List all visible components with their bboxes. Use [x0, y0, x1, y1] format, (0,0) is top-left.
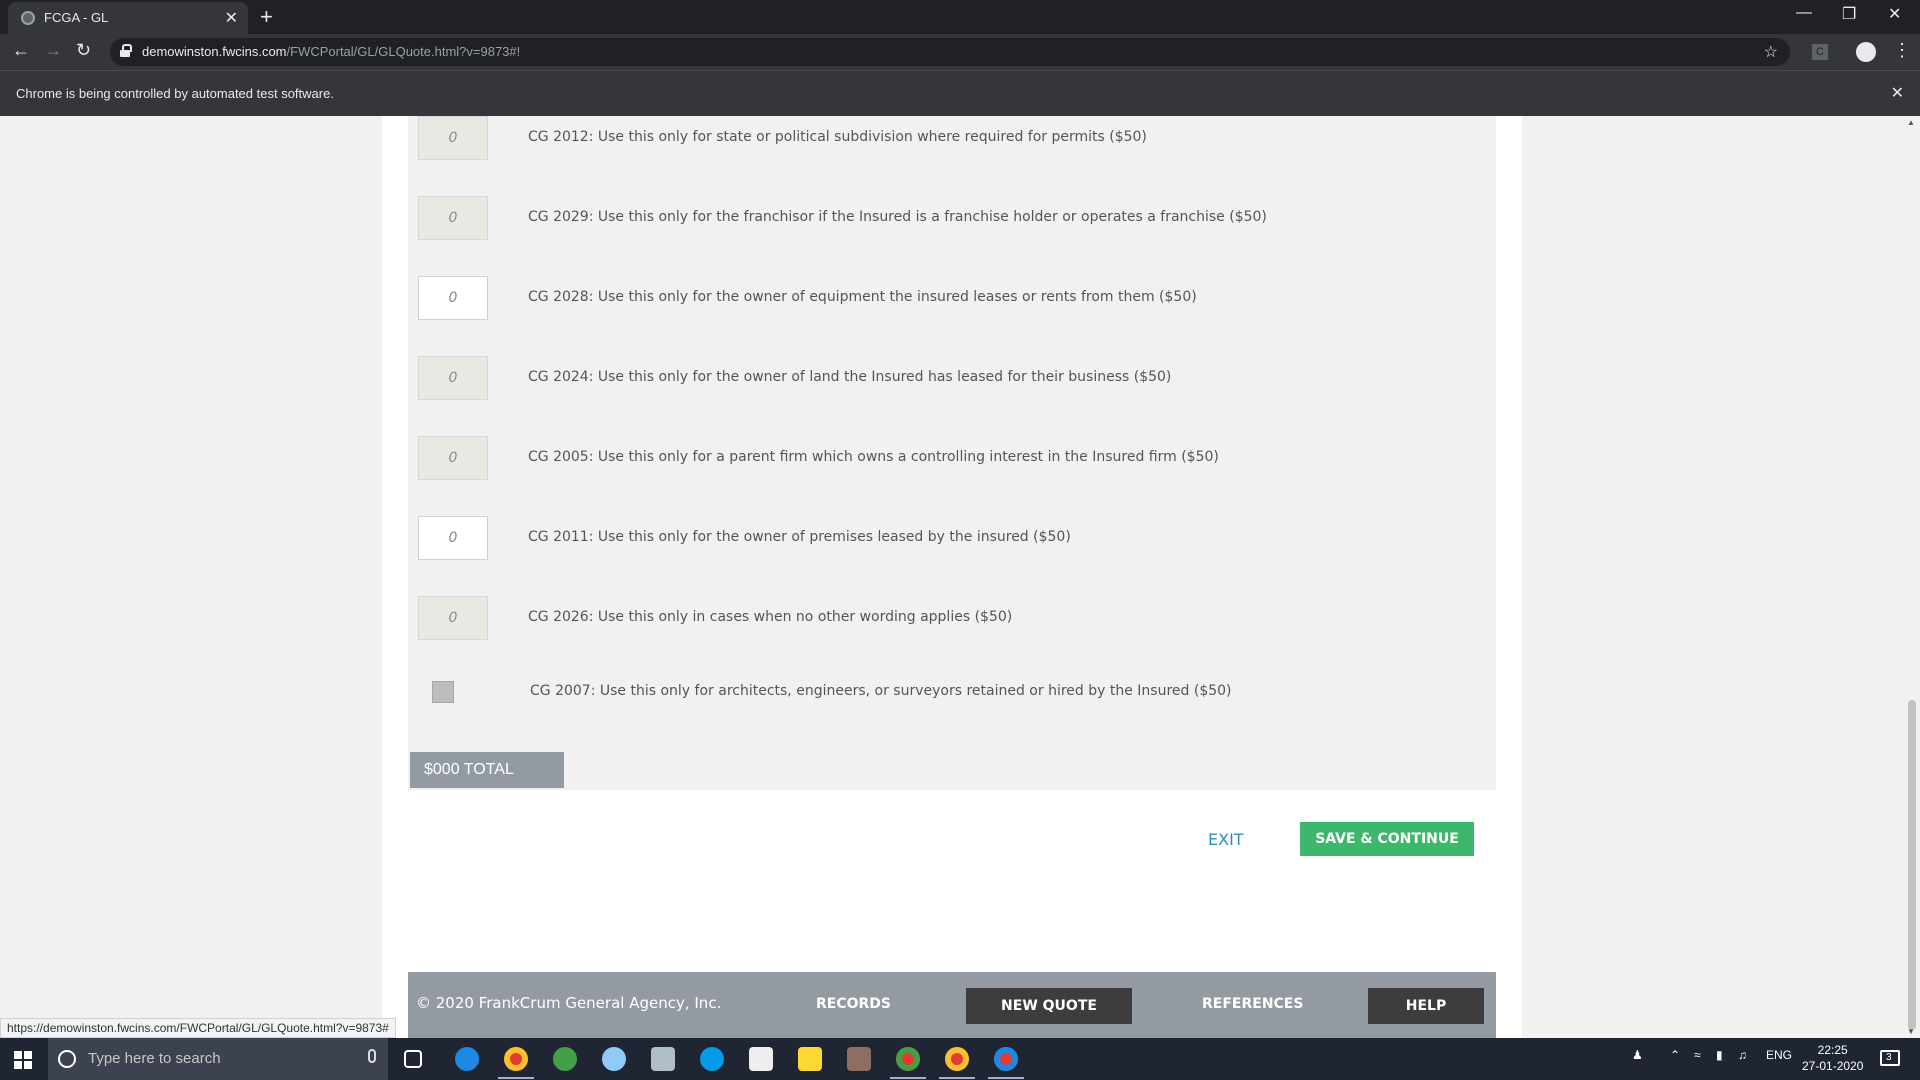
taskbar-search-placeholder: Type here to search — [88, 1050, 221, 1067]
vertical-scrollbar[interactable]: ▲ ▼ — [1903, 116, 1920, 1038]
endorsement-row: 0 CG 2028: Use this only for the owner o… — [408, 276, 1496, 320]
volume-icon[interactable]: ♫ — [1738, 1048, 1747, 1062]
endorsement-row: 0 CG 2029: Use this only for the franchi… — [408, 196, 1496, 240]
minimize-icon[interactable]: — — [1796, 4, 1812, 22]
endorsement-row: 0 CG 2024: Use this only for the owner o… — [408, 356, 1496, 400]
file-explorer-icon[interactable] — [798, 1047, 822, 1071]
endorsement-row: 0 CG 2005: Use this only for a parent fi… — [408, 436, 1496, 480]
url-host: demowinston.fwcins.com — [142, 44, 287, 59]
bookmark-star-icon[interactable]: ☆ — [1764, 42, 1778, 62]
footer-references-link[interactable]: REFERENCES — [1202, 996, 1303, 1012]
extension-icon[interactable]: C — [1812, 44, 1828, 60]
scroll-down-arrow-icon[interactable]: ▼ — [1907, 1027, 1915, 1036]
endorsement-label: CG 2011: Use this only for the owner of … — [528, 529, 1071, 545]
footer-help-button[interactable]: HELP — [1368, 988, 1484, 1024]
edge-icon[interactable] — [455, 1047, 479, 1071]
chrome-menu-icon[interactable]: ⋮ — [1893, 40, 1911, 61]
quantity-input[interactable]: 0 — [418, 356, 488, 400]
status-bar-url: https://demowinston.fwcins.com/FWCPortal… — [0, 1018, 396, 1038]
taskbar-clock[interactable]: 22:25 27-01-2020 — [1802, 1042, 1863, 1074]
steam-icon[interactable] — [602, 1047, 626, 1071]
show-hidden-icons-icon[interactable]: ⌃ — [1670, 1048, 1680, 1062]
notepad-icon[interactable] — [651, 1047, 675, 1071]
exit-link[interactable]: EXIT — [1208, 830, 1244, 849]
quantity-input[interactable]: 0 — [418, 196, 488, 240]
clock-time: 22:25 — [1817, 1043, 1848, 1057]
footer-records-link[interactable]: RECORDS — [816, 996, 891, 1012]
automation-infobar: Chrome is being controlled by automated … — [0, 70, 1920, 116]
windows-taskbar: Type here to search ♟ ⌃ ≈ ▮ ♫ ENG 22:25 … — [0, 1038, 1920, 1080]
scrollbar-thumb[interactable] — [1908, 700, 1916, 1030]
endorsement-row: 0 CG 2012: Use this only for state or po… — [408, 116, 1496, 160]
endorsement-label: CG 2012: Use this only for state or poli… — [528, 129, 1147, 145]
address-bar[interactable]: demowinston.fwcins.com/FWCPortal/GL/GLQu… — [110, 38, 1790, 66]
footer-copyright: © 2020 FrankCrum General Agency, Inc. — [416, 994, 722, 1012]
battery-icon[interactable]: ▮ — [1716, 1048, 1723, 1062]
browser-tab[interactable]: FCGA - GL ✕ — [8, 2, 248, 34]
new-tab-button[interactable]: + — [260, 4, 273, 30]
forward-icon[interactable]: → — [44, 40, 62, 61]
tab-close-icon[interactable]: ✕ — [225, 8, 238, 28]
chrome-icon[interactable] — [939, 1047, 975, 1079]
endorsement-label: CG 2026: Use this only in cases when no … — [528, 609, 1013, 625]
skype-icon[interactable] — [700, 1047, 724, 1071]
start-button-icon[interactable] — [14, 1051, 32, 1069]
language-indicator[interactable]: ENG — [1766, 1048, 1792, 1062]
endorsement-checkbox-row: CG 2007: Use this only for architects, e… — [408, 670, 1496, 714]
wifi-icon[interactable]: ≈ — [1694, 1048, 1701, 1062]
quantity-input[interactable]: 0 — [418, 436, 488, 480]
page-container: 0 CG 2012: Use this only for state or po… — [382, 116, 1522, 1038]
endorsement-label: CG 2007: Use this only for architects, e… — [530, 683, 1232, 699]
notifications-icon[interactable]: 3 — [1880, 1050, 1900, 1066]
profile-icon[interactable] — [1856, 42, 1876, 62]
task-view-icon[interactable] — [404, 1050, 422, 1068]
footer-new-quote-button[interactable]: NEW QUOTE — [966, 988, 1132, 1024]
endorsement-label: CG 2024: Use this only for the owner of … — [528, 369, 1172, 385]
endorsement-label: CG 2005: Use this only for a parent firm… — [528, 449, 1219, 465]
quantity-input[interactable]: 0 — [418, 596, 488, 640]
quantity-input[interactable]: 0 — [418, 276, 488, 320]
endorsement-label: CG 2029: Use this only for the franchiso… — [528, 209, 1267, 225]
taskbar-search[interactable]: Type here to search — [48, 1038, 388, 1080]
endorsement-row: 0 CG 2026: Use this only in cases when n… — [408, 596, 1496, 640]
page-footer: © 2020 FrankCrum General Agency, Inc. RE… — [408, 972, 1496, 1038]
endorsement-checkbox[interactable] — [432, 681, 454, 703]
infobar-close-icon[interactable]: ✕ — [1891, 83, 1904, 103]
notification-count: 3 — [1886, 1052, 1892, 1063]
utorrent-icon[interactable] — [553, 1047, 577, 1071]
endorsement-row: 0 CG 2011: Use this only for the owner o… — [408, 516, 1496, 560]
quantity-input[interactable]: 0 — [418, 116, 488, 160]
photos-icon[interactable] — [749, 1047, 773, 1071]
chrome-icon[interactable] — [498, 1047, 534, 1079]
page-viewport: 0 CG 2012: Use this only for state or po… — [0, 116, 1920, 1038]
back-icon[interactable]: ← — [12, 40, 30, 61]
browser-titlebar: FCGA - GL ✕ + — ❐ ✕ — [0, 0, 1920, 34]
scroll-up-arrow-icon[interactable]: ▲ — [1907, 118, 1915, 127]
chrome-icon[interactable] — [890, 1047, 926, 1079]
total-display: $000 TOTAL — [410, 752, 564, 788]
microphone-icon[interactable] — [368, 1049, 376, 1063]
infobar-message: Chrome is being controlled by automated … — [16, 86, 334, 101]
url-text: demowinston.fwcins.com/FWCPortal/GL/GLQu… — [142, 44, 520, 59]
endorsement-label: CG 2028: Use this only for the owner of … — [528, 289, 1197, 305]
clock-date: 27-01-2020 — [1802, 1059, 1864, 1073]
tab-title: FCGA - GL — [44, 10, 109, 25]
reload-icon[interactable]: ↻ — [76, 40, 91, 61]
close-window-icon[interactable]: ✕ — [1888, 4, 1901, 24]
quantity-input[interactable]: 0 — [418, 516, 488, 560]
url-path: /FWCPortal/GL/GLQuote.html?v=9873#! — [286, 44, 521, 59]
restore-icon[interactable]: ❐ — [1842, 4, 1856, 24]
endorsement-form: 0 CG 2012: Use this only for state or po… — [408, 116, 1496, 790]
chrome-icon[interactable] — [988, 1047, 1024, 1079]
people-icon[interactable]: ♟ — [1632, 1048, 1643, 1062]
save-continue-button[interactable]: SAVE & CONTINUE — [1300, 822, 1474, 856]
game-icon[interactable] — [847, 1047, 871, 1071]
favicon-icon — [21, 11, 35, 25]
browser-toolbar: ← → ↻ demowinston.fwcins.com/FWCPortal/G… — [0, 34, 1920, 70]
lock-icon — [120, 44, 132, 57]
cortana-icon — [58, 1050, 76, 1068]
